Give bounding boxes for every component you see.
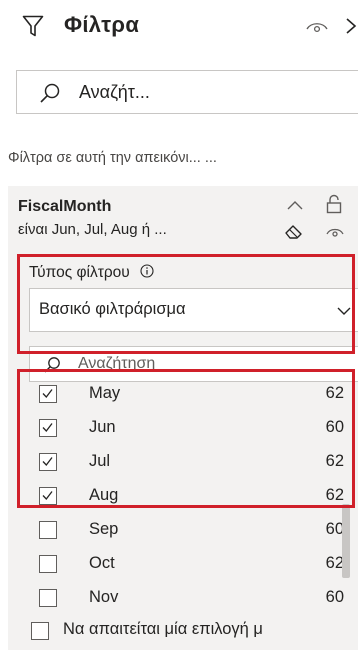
list-item[interactable]: Nov 60: [8, 582, 358, 616]
funnel-icon: [22, 15, 44, 37]
require-single-selection[interactable]: Να απαιτείται μία επιλογή μ: [8, 616, 358, 644]
collapse-icon[interactable]: [287, 199, 303, 211]
lock-icon[interactable]: [326, 194, 342, 214]
eraser-icon[interactable]: [284, 223, 304, 239]
section-label: Φίλτρα σε αυτή την απεικόνι... ...: [8, 150, 217, 166]
item-label: Nov: [89, 588, 119, 606]
checkbox[interactable]: [39, 521, 57, 539]
item-count: 60: [325, 588, 344, 606]
pane-title: Φίλτρα: [64, 12, 140, 37]
checkbox[interactable]: [39, 555, 57, 573]
eye-icon[interactable]: [306, 20, 328, 34]
chevron-right-icon[interactable]: [344, 16, 358, 36]
list-item[interactable]: Sep 60: [8, 514, 358, 548]
search-text: Αναζήτ...: [79, 82, 150, 102]
highlight-box-selected-items: [17, 369, 355, 508]
require-single-label: Να απαιτείται μία επιλογή μ: [63, 620, 263, 638]
field-name: FiscalMonth: [18, 198, 112, 215]
list-item[interactable]: Oct 62: [8, 548, 358, 582]
search-icon: [40, 83, 60, 103]
filter-summary: είναι Jun, Jul, Aug ή ...: [18, 221, 167, 238]
require-single-checkbox[interactable]: [31, 622, 49, 640]
filters-pane: Φίλτρα Αναζήτ... Φίλτρα σε αυτή την απει…: [0, 0, 358, 650]
filters-header: Φίλτρα: [0, 0, 358, 52]
item-label: Sep: [89, 520, 119, 538]
highlight-box-filter-type: [17, 254, 355, 354]
visibility-eye-icon[interactable]: [326, 226, 344, 238]
item-label: Oct: [89, 554, 115, 572]
search-input[interactable]: Αναζήτ...: [16, 70, 358, 114]
list-scrollbar[interactable]: [342, 504, 350, 578]
checkbox[interactable]: [39, 589, 57, 607]
